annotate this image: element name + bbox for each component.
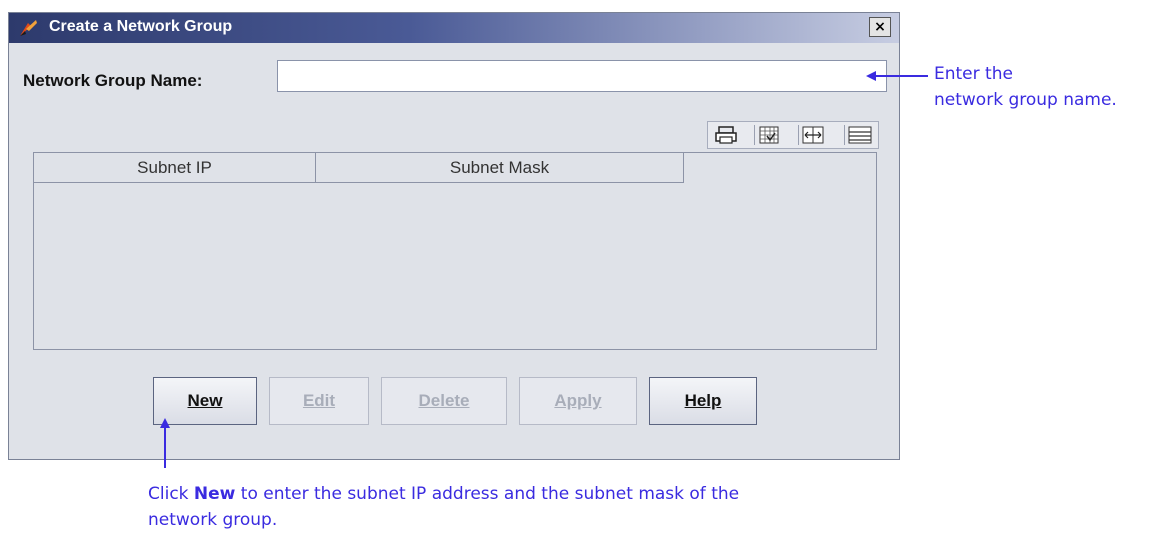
name-hint-line1: Enter the — [934, 64, 1013, 84]
new-hint-bold: New — [193, 484, 236, 504]
new-button-arrow — [160, 418, 170, 468]
new-hint-line1: Click New to enter the subnet IP address… — [148, 484, 739, 504]
new-hint-line2: network group. — [148, 510, 278, 530]
new-hint-prefix: Click — [148, 484, 194, 504]
name-hint-line2: network group name. — [934, 90, 1117, 110]
name-field-arrow — [866, 71, 928, 81]
new-hint-suffix: to enter the subnet IP address and the s… — [235, 484, 740, 504]
